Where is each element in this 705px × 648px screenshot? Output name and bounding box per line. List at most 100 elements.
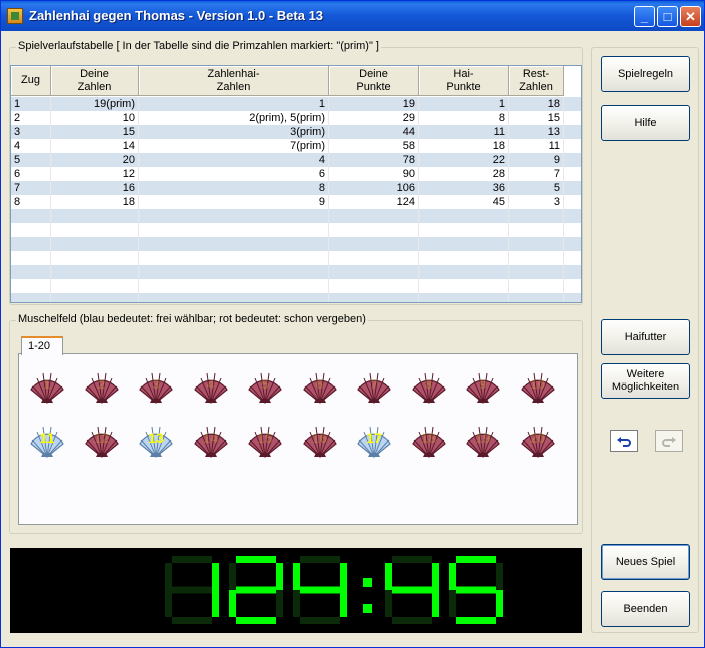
table-cell: 8 [419, 111, 509, 125]
table-cell: 9 [139, 195, 329, 209]
table-row[interactable] [11, 237, 581, 251]
lcd-segment [236, 556, 276, 563]
table-cell: 11 [509, 139, 564, 153]
table-row[interactable]: 2 10 2(prim), 5(prim) 29 8 15 [11, 111, 581, 125]
score-display [10, 548, 582, 633]
maximize-button[interactable]: □ [657, 6, 678, 27]
column-header[interactable]: Zug [11, 66, 51, 96]
lcd-segment [385, 563, 392, 590]
table-cell [509, 279, 564, 293]
table-cell: 13 [509, 125, 564, 139]
table-cell [11, 265, 51, 279]
table-row[interactable]: 6 12 6 90 28 7 [11, 167, 581, 181]
table-cell: 78 [329, 153, 419, 167]
shell-9-taken: 9 [461, 366, 505, 406]
table-cell [51, 237, 139, 251]
table-cell [139, 293, 329, 302]
table-cell [509, 209, 564, 223]
lcd-segment [300, 556, 340, 563]
rules-button[interactable]: Spielregeln [601, 56, 690, 92]
column-header[interactable]: Hai- Punkte [419, 66, 509, 96]
table-cell [329, 223, 419, 237]
history-table[interactable]: Zug Deine Zahlen Zahlenhai- Zahlen Deine Pu… [10, 65, 582, 303]
lcd-segment [392, 586, 432, 594]
table-row[interactable] [11, 209, 581, 223]
table-cell: 14 [51, 139, 139, 153]
shell-number: 7 [370, 376, 378, 392]
table-row[interactable] [11, 223, 581, 237]
column-header[interactable]: Rest- Zahlen [509, 66, 564, 96]
lcd-segment [456, 586, 496, 594]
shark-food-button[interactable]: Haifutter [601, 319, 690, 355]
table-row[interactable]: 4 14 7(prim) 58 18 11 [11, 139, 581, 153]
minimize-button[interactable]: _ [634, 6, 655, 27]
table-cell: 1 [419, 97, 509, 111]
app-icon[interactable] [7, 8, 23, 24]
table-row[interactable] [11, 279, 581, 293]
table-row[interactable] [11, 293, 581, 302]
shell-number: 3 [152, 376, 160, 392]
minimize-icon: _ [640, 9, 649, 24]
table-row[interactable]: 5 20 4 78 22 9 [11, 153, 581, 167]
help-button[interactable]: Hilfe [601, 105, 690, 141]
table-cell: 36 [419, 181, 509, 195]
close-button[interactable]: ✕ [680, 6, 701, 27]
table-cell: 18 [509, 97, 564, 111]
shell-17-free[interactable]: 17 [352, 420, 396, 460]
undo-icon [617, 437, 631, 447]
new-game-button[interactable]: Neues Spiel [601, 544, 690, 580]
table-cell [51, 251, 139, 265]
table-cell [139, 209, 329, 223]
shell-number: 9 [479, 376, 487, 392]
title-bar[interactable]: Zahlenhai gegen Thomas - Version 1.0 - B… [1, 1, 704, 31]
column-header[interactable]: Deine Zahlen [51, 66, 139, 96]
table-cell: 16 [51, 181, 139, 195]
lcd-segment [229, 563, 236, 590]
table-cell: 10 [51, 111, 139, 125]
history-group-label: Spielverlaufstabelle [ In der Tabelle si… [16, 40, 381, 52]
lcd-segment [300, 586, 340, 594]
shell-number: 4 [206, 376, 215, 392]
more-options-button[interactable]: Weitere Möglichkeiten [601, 363, 690, 399]
table-cell: 58 [329, 139, 419, 153]
shell-7-taken: 7 [352, 366, 396, 406]
tab-1-20[interactable]: 1-20 [21, 336, 63, 355]
lcd-segment [340, 590, 347, 617]
table-row[interactable]: 1 19(prim) 1 19 1 18 [11, 97, 581, 111]
shell-11-free[interactable]: 11 [25, 420, 69, 460]
table-cell: 18 [419, 139, 509, 153]
close-icon: ✕ [685, 9, 696, 24]
shell-1-taken: 1 [25, 366, 69, 406]
table-row[interactable]: 7 16 8 106 36 5 [11, 181, 581, 195]
table-row[interactable]: 3 15 3(prim) 44 11 13 [11, 125, 581, 139]
table-row[interactable]: 8 18 9 124 45 3 [11, 195, 581, 209]
table-body: 1 19(prim) 1 19 1 18 2 10 2(prim), 5(prim) 29 8 15 3… [11, 97, 581, 302]
column-header[interactable]: Zahlenhai- Zahlen [139, 66, 329, 96]
table-cell [329, 237, 419, 251]
table-cell: 19 [329, 97, 419, 111]
shell-13-free[interactable]: 13 [134, 420, 178, 460]
lcd-segment [385, 590, 392, 617]
table-cell: 90 [329, 167, 419, 181]
shell-6-taken: 6 [298, 366, 342, 406]
table-cell: 9 [509, 153, 564, 167]
shell-number: 16 [311, 430, 328, 446]
undo-button[interactable] [610, 430, 638, 452]
table-cell: 29 [329, 111, 419, 125]
table-row[interactable] [11, 251, 581, 265]
column-header[interactable]: Deine Punkte [329, 66, 419, 96]
lcd-segment [236, 617, 276, 624]
table-cell [329, 265, 419, 279]
window-title: Zahlenhai gegen Thomas - Version 1.0 - B… [29, 8, 324, 23]
table-row[interactable] [11, 265, 581, 279]
shell-16-taken: 16 [298, 420, 342, 460]
table-cell [51, 223, 139, 237]
lcd-segment [276, 563, 283, 590]
redo-button[interactable] [655, 430, 683, 452]
table-cell [509, 265, 564, 279]
table-cell: 8 [139, 181, 329, 195]
table-cell [11, 237, 51, 251]
table-cell: 20 [51, 153, 139, 167]
table-cell [509, 237, 564, 251]
quit-button[interactable]: Beenden [601, 591, 690, 627]
